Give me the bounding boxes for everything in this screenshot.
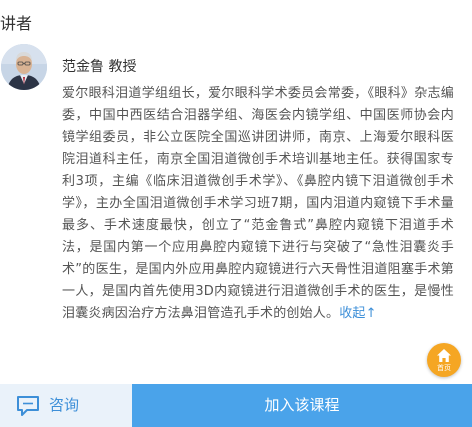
teacher-avatar	[1, 44, 47, 90]
home-button[interactable]: 首页	[427, 343, 461, 377]
bottom-action-bar: 咨询 加入该课程	[0, 384, 472, 427]
consult-button[interactable]: 咨询	[0, 384, 132, 427]
home-button-label: 首页	[437, 364, 451, 372]
collapse-link[interactable]: 收起↑	[339, 306, 377, 321]
section-title: 讲者	[0, 14, 33, 33]
teacher-bio: 爱尔眼科泪道学组组长，爱尔眼科学术委员会常委，《眼科》杂志编委，中国中西医结合泪…	[62, 83, 454, 325]
consult-label: 咨询	[49, 396, 80, 414]
teacher-bio-text: 爱尔眼科泪道学组组长，爱尔眼科学术委员会常委，《眼科》杂志编委，中国中西医结合泪…	[62, 86, 454, 321]
home-icon	[437, 349, 451, 362]
teacher-name: 范金鲁 教授	[62, 59, 137, 75]
enroll-course-button[interactable]: 加入该课程	[132, 384, 472, 427]
chat-bubble-icon	[17, 396, 39, 416]
